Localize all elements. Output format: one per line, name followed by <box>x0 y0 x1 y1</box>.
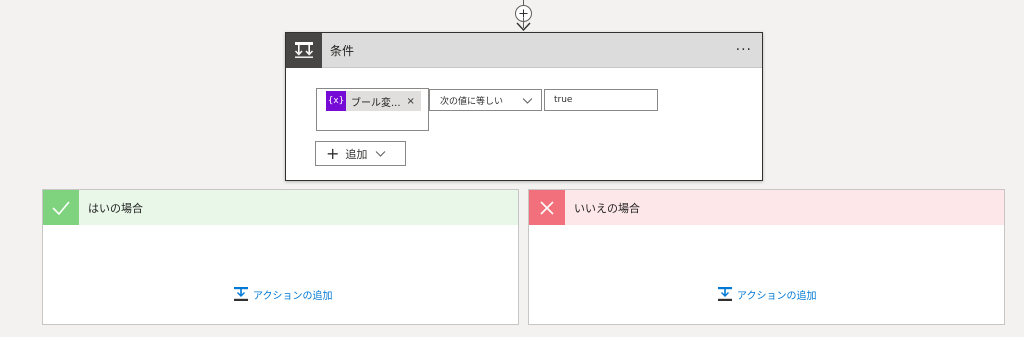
right-operand-value: true <box>554 95 573 105</box>
arrow-down-icon <box>516 22 531 32</box>
yes-branch: はいの場合 アクションの追加 <box>42 189 519 325</box>
no-branch-title: いいえの場合 <box>574 201 640 215</box>
condition-icon <box>286 32 322 68</box>
add-action-link[interactable]: アクションの追加 <box>717 286 817 302</box>
condition-header[interactable]: 条件 ··· <box>286 32 762 68</box>
add-action-label: アクションの追加 <box>253 290 333 302</box>
add-action-icon <box>718 287 732 301</box>
variable-token[interactable]: {x} ブール変... × <box>326 91 421 111</box>
variable-token-label: ブール変... <box>351 97 401 109</box>
plus-circle-icon <box>519 9 528 18</box>
no-branch-header[interactable]: いいえの場合 <box>529 190 1004 225</box>
checkmark-icon <box>43 190 79 225</box>
add-action-icon <box>234 287 248 301</box>
operator-value: 次の値に等しい <box>440 96 504 107</box>
condition-title: 条件 <box>330 43 355 58</box>
condition-card[interactable]: 条件 ··· {x} ブール変... × 次の値に等しい true + 追加 <box>285 32 763 181</box>
add-condition-label: 追加 <box>345 147 368 161</box>
add-action-link[interactable]: アクションの追加 <box>233 286 333 302</box>
remove-token-button[interactable]: × <box>407 96 415 107</box>
right-operand-field[interactable]: true <box>544 89 658 111</box>
variable-icon: {x} <box>326 91 346 111</box>
yes-branch-header[interactable]: はいの場合 <box>43 190 518 225</box>
plus-icon: + <box>326 143 340 163</box>
more-options-button[interactable]: ··· <box>736 43 752 57</box>
close-icon <box>529 190 565 225</box>
operator-select[interactable]: 次の値に等しい <box>429 89 542 111</box>
chevron-down-icon <box>522 98 533 104</box>
yes-branch-title: はいの場合 <box>88 201 143 215</box>
chevron-down-icon <box>376 151 386 157</box>
no-branch: いいえの場合 アクションの追加 <box>528 189 1005 325</box>
add-condition-button[interactable]: + 追加 <box>315 141 406 166</box>
add-action-label: アクションの追加 <box>737 290 817 302</box>
